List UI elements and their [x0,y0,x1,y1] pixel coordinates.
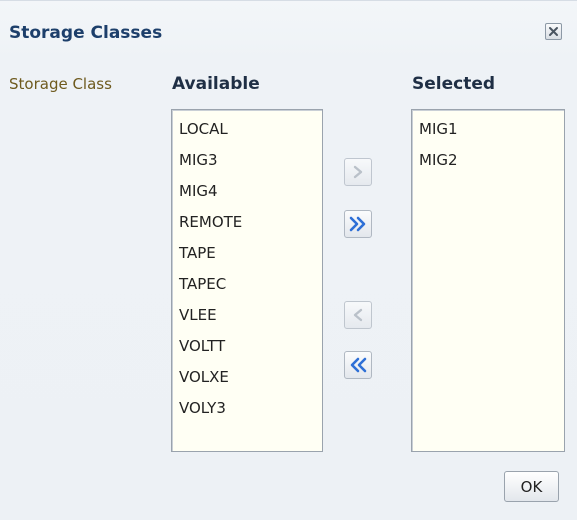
list-item[interactable]: TAPEC [172,269,322,300]
remove-button[interactable] [344,301,372,329]
close-button[interactable] [545,23,562,40]
list-item[interactable]: REMOTE [172,207,322,238]
storage-classes-dialog: Storage Classes Storage Class Available … [0,0,577,520]
available-header: Available [172,74,260,94]
double-chevron-right-icon [349,216,366,232]
available-list[interactable]: LOCAL MIG3 MIG4 REMOTE TAPE TAPEC VLEE V… [171,109,323,452]
list-item[interactable]: MIG3 [172,145,322,176]
list-item[interactable]: LOCAL [172,114,322,145]
move-button[interactable] [344,158,372,186]
remove-all-button[interactable] [344,351,372,379]
chevron-right-icon [353,165,363,179]
list-item[interactable]: VOLXE [172,362,322,393]
close-icon [549,27,558,36]
move-all-button[interactable] [344,210,372,238]
ok-button[interactable]: OK [504,471,559,502]
selected-list[interactable]: MIG1 MIG2 [411,109,565,452]
list-item[interactable]: MIG4 [172,176,322,207]
storage-class-label: Storage Class [9,75,112,93]
chevron-left-icon [353,308,363,322]
dialog-title: Storage Classes [9,23,163,43]
list-item[interactable]: VOLTT [172,331,322,362]
list-item[interactable]: VOLY3 [172,393,322,424]
list-item[interactable]: TAPE [172,238,322,269]
double-chevron-left-icon [350,357,367,373]
list-item[interactable]: MIG2 [412,145,564,176]
selected-header: Selected [412,74,496,94]
list-item[interactable]: MIG1 [412,114,564,145]
list-item[interactable]: VLEE [172,300,322,331]
